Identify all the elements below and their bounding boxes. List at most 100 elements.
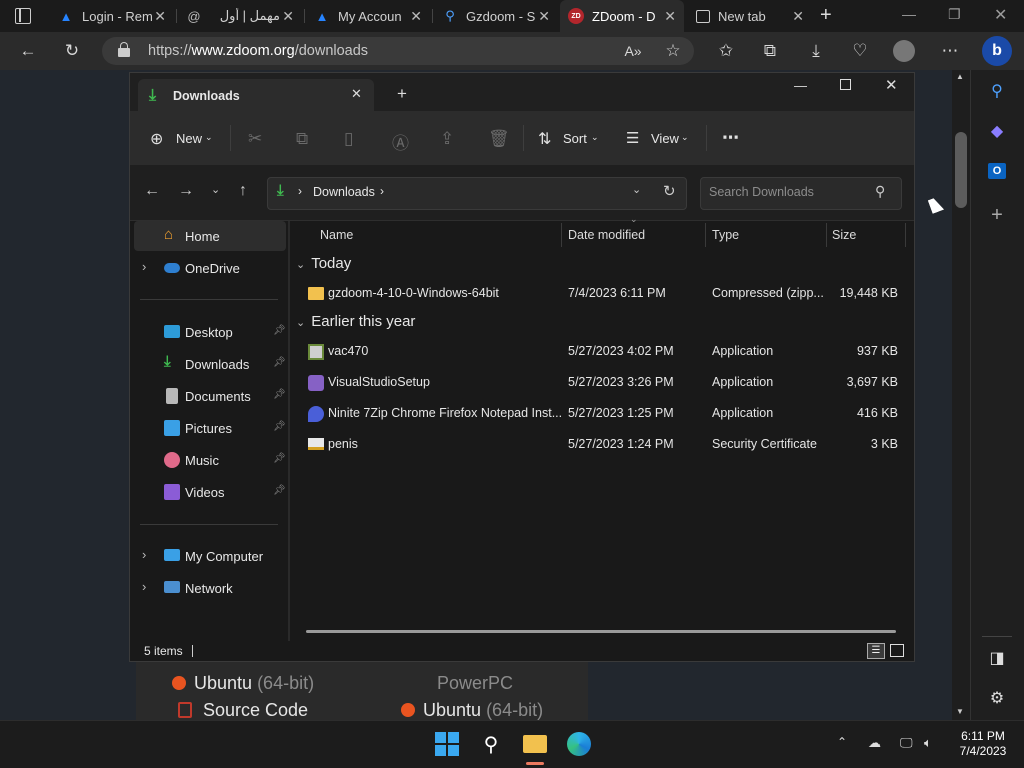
split-screen-icon[interactable]: ◨ [986,647,1008,669]
chevron-right-icon[interactable]: › [142,547,146,562]
url-text[interactable]: https://www.zdoom.org/downloads [148,43,368,59]
paste-icon[interactable]: ▯ [344,129,353,149]
pin-icon[interactable]: 📌︎ [273,357,286,368]
nav-pictures[interactable]: Pictures 📌︎ [130,413,286,443]
link-source-code[interactable]: Source Code [178,700,308,721]
read-aloud-icon[interactable]: A» [622,40,644,62]
close-window-icon[interactable]: ✕ [994,5,1007,25]
tab-zdoom-downloads[interactable]: ZD ZDoom - D ✕ [560,0,684,32]
scroll-up-arrow[interactable]: ▲ [956,72,964,81]
scroll-down-arrow[interactable]: ▼ [956,707,964,716]
more-options-icon[interactable]: ⋯ [722,128,739,148]
restore-icon[interactable]: ❐ [948,6,961,23]
view-icon[interactable]: ☰ [626,129,639,147]
settings-gear-icon[interactable]: ⚙ [986,687,1008,709]
new-plus-icon[interactable]: ⊕ [150,129,163,149]
nav-network[interactable]: › Network [130,573,286,603]
nav-videos[interactable]: Videos 📌︎ [130,477,286,507]
horizontal-scrollbar[interactable] [306,630,896,633]
volume-icon[interactable]: 🔈︎ [924,735,932,751]
bing-copilot-icon[interactable]: b [982,36,1012,66]
breadcrumb-separator[interactable]: › [380,184,384,198]
chevron-down-icon[interactable]: ⌄ [296,317,305,329]
column-name[interactable]: Name [320,228,353,242]
tab-actions-icon[interactable] [15,8,31,24]
search-icon[interactable]: ⚲ [875,183,885,200]
pane-splitter[interactable] [288,221,290,641]
forward-icon[interactable]: → [178,182,194,200]
clock[interactable]: 6:11 PM 7/4/2023 [950,729,1016,759]
collections-icon[interactable]: ⧉ [759,40,781,62]
column-size[interactable]: Size [832,228,856,242]
refresh-icon[interactable]: ↻ [663,182,676,200]
file-row[interactable]: gzdoom-4-10-0-Windows-64bit 7/4/2023 6:1… [302,278,910,308]
nav-my-computer[interactable]: › My Computer [130,541,286,571]
windows-start-icon[interactable] [433,730,461,758]
chevron-down-icon[interactable]: ⌄ [205,132,213,143]
share-icon[interactable]: ⇪ [440,129,454,149]
chevron-up-icon[interactable]: ⌃ [837,735,847,749]
search-icon[interactable]: ⚲ [477,730,505,758]
rename-icon[interactable]: Ⓐ [392,129,409,154]
chevron-right-icon[interactable]: › [142,259,146,274]
breadcrumb-downloads[interactable]: Downloads [313,185,375,199]
close-icon[interactable]: ✕ [538,8,550,25]
recent-locations-icon[interactable]: ⌄ [211,183,220,196]
large-icons-view-icon[interactable] [890,644,904,657]
onedrive-tray-icon[interactable]: ☁ [868,735,881,751]
pin-icon[interactable]: 📌︎ [273,485,286,496]
nav-music[interactable]: Music 📌︎ [130,445,286,475]
copilot-icon[interactable]: ◆ [986,120,1008,142]
chevron-down-icon[interactable]: ⌄ [296,259,305,271]
browser-essentials-icon[interactable]: ♡ [849,40,871,62]
chevron-down-icon[interactable]: ⌄ [632,183,641,196]
chevron-down-icon[interactable]: ⌄ [591,132,599,143]
sort-icon[interactable]: ⇅ [538,129,551,149]
close-icon[interactable]: ✕ [792,8,804,25]
close-icon[interactable]: ✕ [410,8,422,25]
nav-documents[interactable]: Documents 📌︎ [130,381,286,411]
favorites-icon[interactable]: ✩ [715,40,737,62]
file-row[interactable]: penis 5/27/2023 1:24 PM Security Certifi… [302,429,910,459]
maximize-icon[interactable] [840,79,851,90]
file-row[interactable]: VisualStudioSetup 5/27/2023 3:26 PM Appl… [302,367,910,397]
pin-icon[interactable]: 📌︎ [273,453,286,464]
group-today[interactable]: ⌄ Today [296,255,351,272]
refresh-icon[interactable]: ↻ [61,40,83,62]
file-row[interactable]: Ninite 7Zip Chrome Firefox Notepad Inst.… [302,398,910,428]
tab-arabic[interactable]: @ مهمل | أول ✕ [178,0,302,32]
add-tab-icon[interactable]: + [397,84,407,104]
more-options-icon[interactable]: ⋯ [939,40,961,62]
view-button[interactable]: View [651,131,679,146]
column-date-modified[interactable]: Date modified [568,228,645,242]
file-explorer-icon[interactable] [521,730,549,758]
close-window-icon[interactable]: ✕ [885,76,898,94]
nav-onedrive[interactable]: › OneDrive [130,253,286,283]
network-tray-icon[interactable]: 🖵︎ [900,735,913,751]
outlook-icon[interactable]: O [986,160,1008,182]
profile-avatar[interactable] [893,40,915,62]
chevron-down-icon[interactable]: ⌄ [681,132,689,143]
minimize-icon[interactable]: — [902,6,916,22]
minimize-icon[interactable]: — [794,78,807,93]
add-icon[interactable]: + [986,204,1008,226]
cut-icon[interactable]: ✂ [248,129,262,149]
page-scroll-thumb[interactable] [955,132,967,208]
file-row[interactable]: vac470 5/27/2023 4:02 PM Application 937… [302,336,910,366]
new-button[interactable]: New [176,131,202,146]
link-ubuntu-64-ppc[interactable]: Ubuntu (64-bit) [401,700,543,721]
close-tab-icon[interactable]: ✕ [351,86,362,102]
link-ubuntu-64[interactable]: Ubuntu (64-bit) [172,673,314,694]
delete-icon[interactable]: 🗑︎ [488,129,510,149]
pin-icon[interactable]: 📌︎ [273,421,286,432]
sort-button[interactable]: Sort [563,131,587,146]
lock-icon[interactable] [118,42,130,58]
details-view-icon[interactable]: ☰ [867,643,885,659]
back-icon[interactable]: ← [17,40,39,62]
new-tab-icon[interactable]: + [820,4,832,27]
pin-icon[interactable]: 📌︎ [273,389,286,400]
group-earlier-this-year[interactable]: ⌄ Earlier this year [296,313,415,330]
close-icon[interactable]: ✕ [154,8,166,25]
search-icon[interactable]: ⚲ [986,80,1008,102]
edge-icon[interactable] [565,730,593,758]
